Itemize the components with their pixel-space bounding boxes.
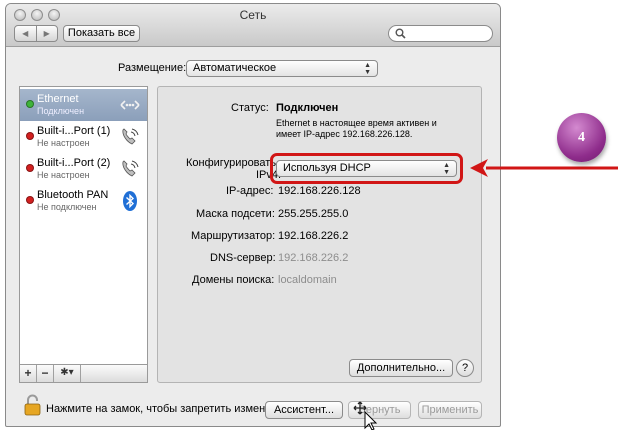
phone-modem-icon xyxy=(122,128,139,145)
gear-icon[interactable]: ✱▾ xyxy=(54,365,81,382)
subnet-mask-value: 255.255.255.0 xyxy=(278,208,349,220)
status-dot-icon xyxy=(26,100,34,108)
service-status: Не настроен xyxy=(37,170,90,180)
service-list: Ethernet Подключен Built-i...Port (1) Не… xyxy=(19,86,148,365)
dns-server-label: DNS-сервер: xyxy=(210,252,276,264)
service-item-builtin-port-2[interactable]: Built-i...Port (2) Не настроен xyxy=(20,153,147,185)
search-domains-value: localdomain xyxy=(278,274,337,286)
ip-address-label: IP-адрес: xyxy=(226,185,274,197)
service-item-builtin-port-1[interactable]: Built-i...Port (1) Не настроен xyxy=(20,121,147,153)
router-label: Маршрутизатор: xyxy=(191,230,276,242)
service-status: Не настроен xyxy=(37,138,90,148)
step-number-badge: 4 xyxy=(557,113,606,162)
bluetooth-icon xyxy=(123,191,137,211)
search-input[interactable] xyxy=(388,25,493,42)
back-arrow-icon[interactable]: ◀ xyxy=(15,26,36,41)
title-bar: Сеть ◀ ▶ Показать все xyxy=(6,4,500,47)
service-name: Built-i...Port (1) xyxy=(37,125,111,137)
status-description-line-2: имеет IP-адрес 192.168.226.128. xyxy=(276,129,413,139)
location-select[interactable]: Автоматическое ▲ ▼ xyxy=(186,60,378,77)
help-button[interactable]: ? xyxy=(456,359,474,377)
ethernet-icon xyxy=(120,100,140,110)
service-status: Не подключен xyxy=(37,202,97,212)
service-name: Ethernet xyxy=(37,93,79,105)
lock-hint-text: Нажмите на замок, чтобы запретить измене… xyxy=(46,403,293,415)
window-title: Сеть xyxy=(239,8,267,22)
apply-button[interactable]: Применить xyxy=(418,401,482,419)
service-status: Подключен xyxy=(37,106,85,116)
status-value: Подключен xyxy=(276,102,339,114)
configure-ipv4-label: Конфигурировать xyxy=(186,157,277,169)
service-name: Built-i...Port (2) xyxy=(37,157,111,169)
select-arrows-icon: ▲ ▼ xyxy=(364,62,371,76)
add-service-button[interactable]: + xyxy=(20,365,37,382)
location-label: Размещение: xyxy=(118,62,187,74)
back-forward-control: ◀ ▶ xyxy=(14,25,58,42)
search-icon xyxy=(395,28,406,39)
highlight-frame xyxy=(270,153,463,184)
status-dot-icon xyxy=(26,132,34,140)
status-dot-icon xyxy=(26,164,34,172)
phone-modem-icon xyxy=(122,160,139,177)
ip-address-value: 192.168.226.128 xyxy=(278,185,361,197)
advanced-button[interactable]: Дополнительно... xyxy=(349,359,453,377)
router-value: 192.168.226.2 xyxy=(278,230,349,242)
assistant-button[interactable]: Ассистент... xyxy=(265,401,343,419)
remove-service-button[interactable]: − xyxy=(37,365,54,382)
status-dot-icon xyxy=(26,196,34,204)
show-all-button[interactable]: Показать все xyxy=(63,25,140,42)
service-item-ethernet[interactable]: Ethernet Подключен xyxy=(20,89,147,121)
subnet-mask-label: Маска подсети: xyxy=(196,208,275,220)
pointer-arrow-icon xyxy=(470,159,618,177)
service-item-bluetooth-pan[interactable]: Bluetooth PAN Не подключен xyxy=(20,185,147,217)
mouse-cursor-icon xyxy=(353,401,378,430)
search-domains-label: Домены поиска: xyxy=(192,274,275,286)
dns-server-value: 192.168.226.2 xyxy=(278,252,349,264)
status-description-line-1: Ethernet в настоящее время активен и xyxy=(276,118,437,128)
service-name: Bluetooth PAN xyxy=(37,189,109,201)
service-list-toolbar: + − ✱▾ xyxy=(19,365,148,383)
location-value: Автоматическое xyxy=(193,62,277,74)
lock-icon[interactable] xyxy=(24,394,41,416)
status-label: Статус: xyxy=(231,102,269,114)
forward-arrow-icon[interactable]: ▶ xyxy=(35,26,58,41)
